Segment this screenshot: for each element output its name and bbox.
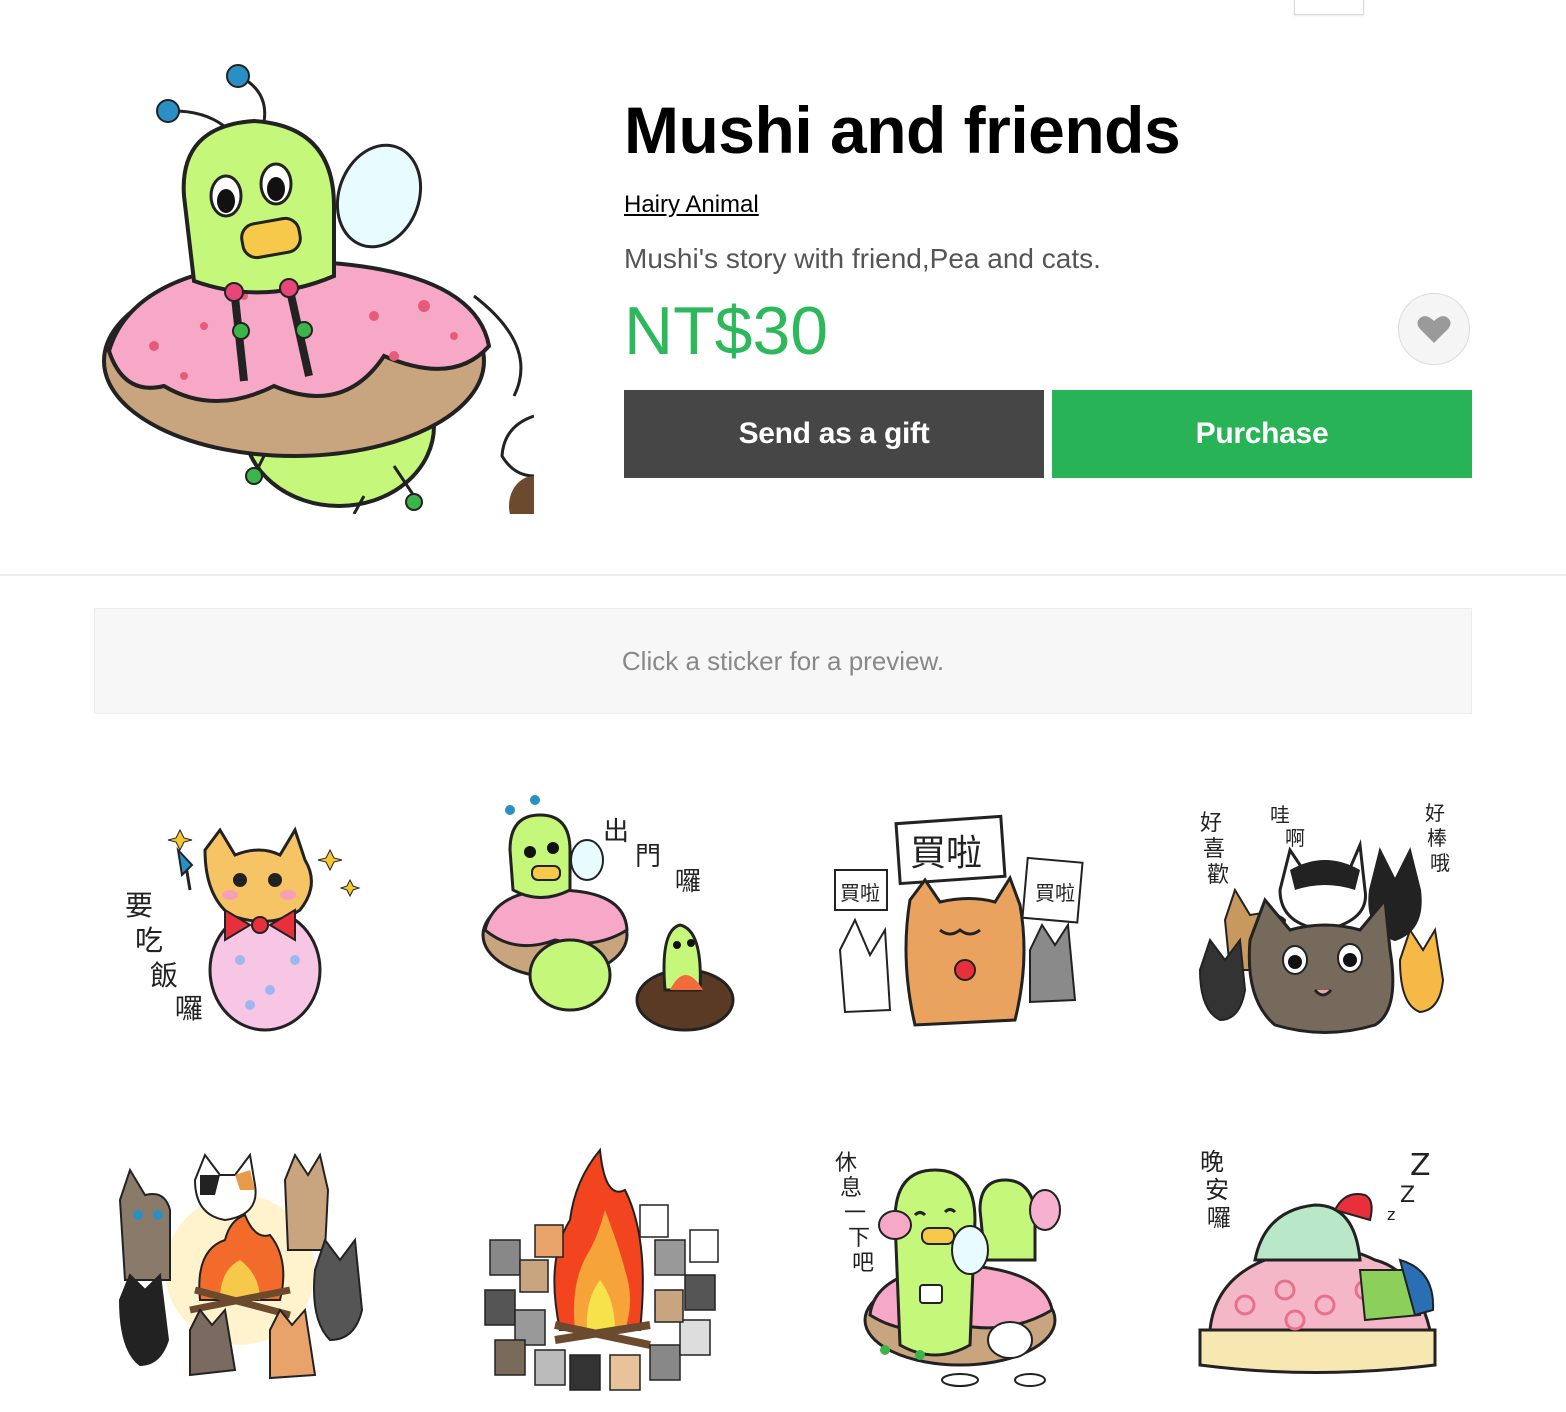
sticker-bonfire-crowd[interactable]	[475, 1140, 735, 1400]
svg-text:Z: Z	[1410, 1148, 1431, 1183]
section-divider	[0, 574, 1566, 576]
heart-icon	[1417, 316, 1451, 343]
preview-hint: Click a sticker for a preview.	[621, 645, 945, 676]
svg-text:買啦: 買啦	[910, 833, 982, 874]
svg-text:好: 好	[1425, 801, 1445, 825]
preview-area: Click a sticker for a preview.	[94, 608, 1472, 714]
svg-text:吃: 吃	[135, 924, 163, 957]
sticker-cats-buy[interactable]: 買啦 買啦 買啦	[830, 790, 1090, 1050]
favorite-button[interactable]	[1398, 293, 1470, 365]
svg-text:門: 門	[635, 842, 661, 872]
sticker-mushi-rest[interactable]: 休 息 一 下 吧	[830, 1140, 1090, 1400]
svg-text:哇: 哇	[1270, 803, 1290, 827]
main-sticker-image	[94, 56, 534, 514]
svg-text:歡: 歡	[1207, 863, 1229, 888]
svg-text:下: 下	[848, 1226, 870, 1251]
svg-text:買啦: 買啦	[1035, 881, 1075, 905]
svg-text:棒: 棒	[1427, 826, 1447, 850]
purchase-button[interactable]: Purchase	[1052, 390, 1472, 478]
sticker-mushi-donut-outing[interactable]: 出 門 囉	[475, 790, 735, 1050]
svg-text:安: 安	[1205, 1176, 1229, 1204]
svg-text:買啦: 買啦	[840, 881, 880, 905]
svg-text:z: z	[1387, 1205, 1395, 1224]
svg-text:飯: 飯	[150, 959, 178, 992]
svg-text:要: 要	[125, 889, 153, 922]
svg-text:好: 好	[1200, 811, 1222, 836]
svg-text:休: 休	[835, 1151, 857, 1176]
svg-text:囉: 囉	[175, 992, 203, 1025]
svg-text:Z: Z	[1400, 1183, 1415, 1208]
sticker-goodnight[interactable]: 晚 安 囉 Z Z z	[1195, 1140, 1455, 1400]
sticker-cats-group[interactable]: 好 喜 歡 哇 啊 好 棒 哦	[1195, 790, 1455, 1050]
svg-text:息: 息	[840, 1176, 862, 1201]
svg-text:啊: 啊	[1285, 826, 1305, 850]
sticker-cat-fairy[interactable]: 要 吃 飯 囉	[110, 790, 370, 1050]
svg-text:喜: 喜	[1203, 837, 1225, 862]
svg-text:囉: 囉	[675, 867, 701, 897]
svg-text:囉: 囉	[1207, 1204, 1231, 1232]
svg-text:出: 出	[603, 817, 629, 847]
product-description: Mushi's story with friend,Pea and cats.	[624, 243, 1101, 274]
svg-text:哦: 哦	[1430, 851, 1450, 875]
send-as-gift-button[interactable]: Send as a gift	[624, 390, 1044, 478]
product-title: Mushi and friends	[624, 93, 1181, 167]
top-menu-box[interactable]	[1294, 0, 1364, 15]
svg-text:晚: 晚	[1200, 1148, 1224, 1176]
product-price: NT$30	[624, 293, 829, 369]
svg-text:吧: 吧	[852, 1251, 874, 1276]
svg-text:一: 一	[844, 1201, 866, 1226]
sticker-cats-campfire[interactable]	[110, 1140, 370, 1400]
author-link[interactable]: Hairy Animal	[624, 190, 759, 220]
